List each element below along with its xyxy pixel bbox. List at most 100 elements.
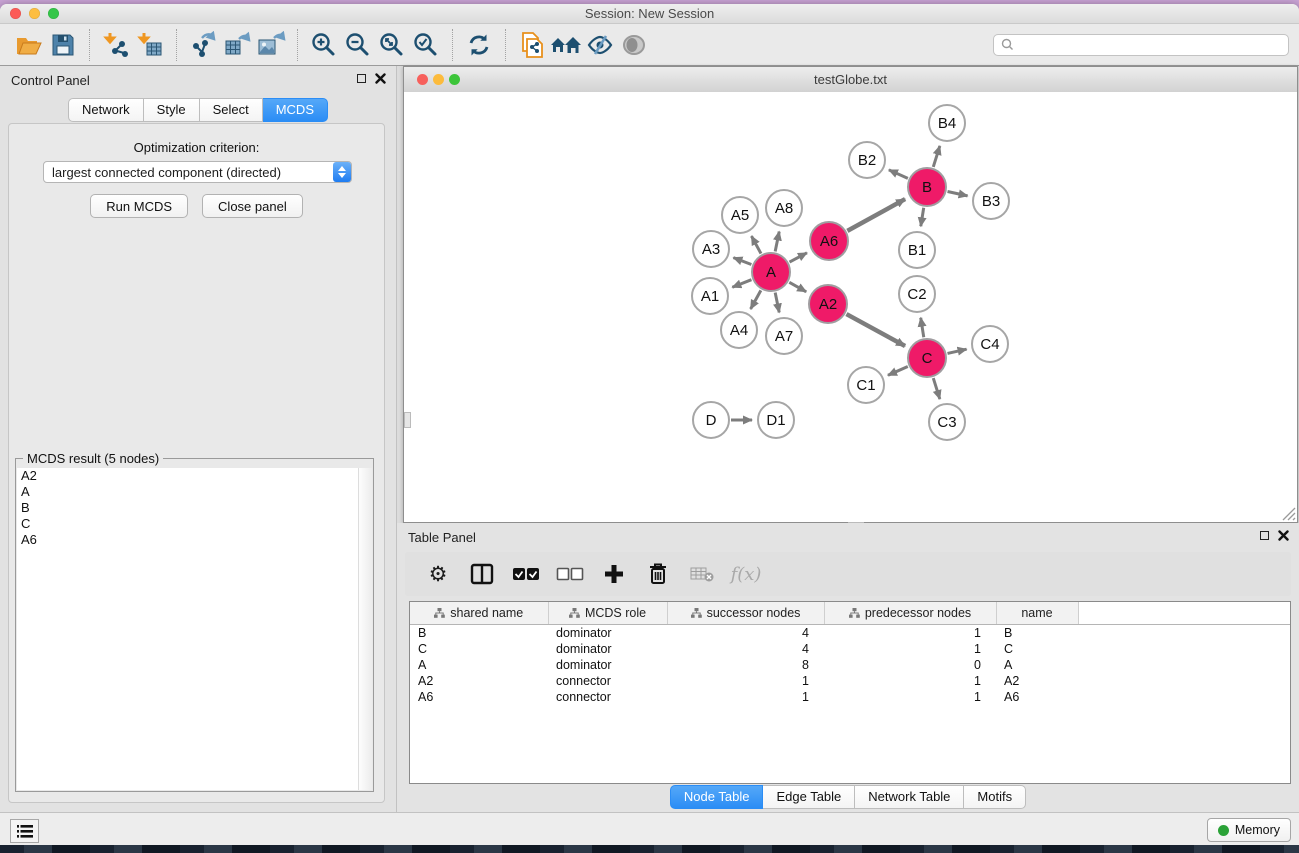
table-row[interactable]: A2connector11A2 [410, 673, 1290, 689]
close-panel-icon[interactable] [375, 73, 386, 84]
mcds-result-list[interactable]: A2ABCA6 [17, 468, 372, 790]
zoom-out-icon[interactable] [341, 29, 375, 61]
deselect-all-icon[interactable] [555, 559, 585, 589]
graph-node-A1[interactable]: A1 [691, 277, 729, 315]
table-tab-network-table[interactable]: Network Table [855, 785, 964, 809]
graph-node-B2[interactable]: B2 [848, 141, 886, 179]
search-field[interactable] [993, 34, 1289, 56]
graph-edge-A-A5[interactable] [751, 236, 761, 253]
graph-node-A5[interactable]: A5 [721, 196, 759, 234]
show-columns-icon[interactable] [467, 559, 497, 589]
graph-edge-C-C2[interactable] [921, 318, 924, 338]
memory-button[interactable]: Memory [1207, 818, 1291, 842]
graph-node-D1[interactable]: D1 [757, 401, 795, 439]
graph-edge-A-A4[interactable] [751, 290, 761, 309]
float-table-panel-icon[interactable] [1260, 531, 1269, 540]
result-item[interactable]: A [17, 484, 372, 500]
graph-node-A6[interactable]: A6 [809, 221, 849, 261]
select-all-icon[interactable] [511, 559, 541, 589]
search-input[interactable] [1019, 37, 1288, 53]
graph-edge-C-C4[interactable] [947, 349, 966, 353]
graph-edge-B-B3[interactable] [948, 191, 968, 195]
graph-node-C3[interactable]: C3 [928, 403, 966, 441]
graph-node-A3[interactable]: A3 [692, 230, 730, 268]
graph-node-A4[interactable]: A4 [720, 311, 758, 349]
graph-node-D[interactable]: D [692, 401, 730, 439]
hide-panel-eye-icon[interactable] [583, 29, 617, 61]
graph-node-A[interactable]: A [751, 252, 791, 292]
graph-node-A2[interactable]: A2 [808, 284, 848, 324]
resize-grip-icon[interactable] [1282, 507, 1296, 521]
save-session-icon[interactable] [46, 29, 80, 61]
add-column-icon[interactable] [599, 559, 629, 589]
graph-node-C1[interactable]: C1 [847, 366, 885, 404]
show-panel-eye-icon[interactable] [617, 29, 651, 61]
close-panel-button[interactable]: Close panel [202, 194, 303, 218]
criterion-dropdown[interactable]: largest connected component (directed) [43, 161, 352, 183]
network-canvas[interactable]: B4B2BB3A5A8A6A3B1AC2A1A2A4A7C4CC1DD1C3 [404, 92, 1297, 522]
result-item[interactable]: A2 [17, 468, 372, 484]
new-session-icon[interactable] [515, 29, 549, 61]
result-item[interactable]: B [17, 500, 372, 516]
graph-edge-C-C3[interactable] [933, 378, 940, 399]
function-builder-icon[interactable]: f(x) [731, 559, 761, 589]
result-item[interactable]: C [17, 516, 372, 532]
column-header-successor-nodes[interactable]: successor nodes [667, 602, 824, 625]
graph-edge-A-A8[interactable] [775, 232, 779, 252]
tab-select[interactable]: Select [200, 98, 263, 122]
result-list-scrollbar[interactable] [358, 468, 372, 790]
delete-table-icon[interactable] [687, 559, 717, 589]
graph-node-A8[interactable]: A8 [765, 189, 803, 227]
graph-node-B[interactable]: B [907, 167, 947, 207]
export-image-icon[interactable] [254, 29, 288, 61]
table-row[interactable]: Cdominator41C [410, 641, 1290, 657]
tab-network[interactable]: Network [68, 98, 144, 122]
graph-node-B1[interactable]: B1 [898, 231, 936, 269]
graph-node-C2[interactable]: C2 [898, 275, 936, 313]
tab-mcds[interactable]: MCDS [263, 98, 328, 122]
table-row[interactable]: A6connector11A6 [410, 689, 1290, 705]
tab-style[interactable]: Style [144, 98, 200, 122]
table-tab-edge-table[interactable]: Edge Table [763, 785, 855, 809]
column-header-shared-name[interactable]: shared name [410, 602, 548, 625]
graph-edge-A-A2[interactable] [789, 282, 806, 291]
splitter-grip[interactable] [404, 412, 411, 428]
column-header-predecessor-nodes[interactable]: predecessor nodes [824, 602, 996, 625]
zoom-fit-icon[interactable] [375, 29, 409, 61]
float-panel-icon[interactable] [357, 74, 366, 83]
graph-edge-B-B1[interactable] [921, 208, 924, 227]
result-item[interactable]: A6 [17, 532, 372, 548]
table-options-gear-icon[interactable]: ⚙ [423, 559, 453, 589]
run-mcds-button[interactable]: Run MCDS [90, 194, 188, 218]
graph-edge-A2-C[interactable] [846, 314, 905, 346]
import-network-icon[interactable] [99, 29, 133, 61]
column-header-MCDS-role[interactable]: MCDS role [548, 602, 667, 625]
delete-columns-icon[interactable] [643, 559, 673, 589]
graph-edge-A-A7[interactable] [775, 293, 779, 313]
graph-node-A7[interactable]: A7 [765, 317, 803, 355]
graph-edge-B-B4[interactable] [933, 146, 940, 167]
table-tab-node-table[interactable]: Node Table [670, 785, 764, 809]
graph-edge-B-B2[interactable] [889, 170, 908, 179]
export-network-icon[interactable] [186, 29, 220, 61]
open-session-icon[interactable] [12, 29, 46, 61]
table-row[interactable]: Adominator80A [410, 657, 1290, 673]
table-row[interactable]: Bdominator41B [410, 625, 1290, 642]
refresh-icon[interactable] [462, 29, 496, 61]
column-header-name[interactable]: name [996, 602, 1078, 625]
graph-edge-A-A6[interactable] [790, 253, 807, 262]
table-tab-motifs[interactable]: Motifs [964, 785, 1026, 809]
graph-edge-C-C1[interactable] [888, 366, 908, 375]
close-table-panel-icon[interactable] [1278, 530, 1289, 541]
graph-edge-A6-B[interactable] [847, 199, 905, 231]
zoom-selected-icon[interactable] [409, 29, 443, 61]
graph-edge-A-A1[interactable] [732, 280, 751, 288]
export-table-icon[interactable] [220, 29, 254, 61]
graph-node-B4[interactable]: B4 [928, 104, 966, 142]
import-table-icon[interactable] [133, 29, 167, 61]
zoom-in-icon[interactable] [307, 29, 341, 61]
node-table[interactable]: shared nameMCDS rolesuccessor nodesprede… [409, 601, 1291, 784]
task-history-button[interactable] [10, 819, 39, 843]
home-icon[interactable] [549, 29, 583, 61]
graph-node-C4[interactable]: C4 [971, 325, 1009, 363]
